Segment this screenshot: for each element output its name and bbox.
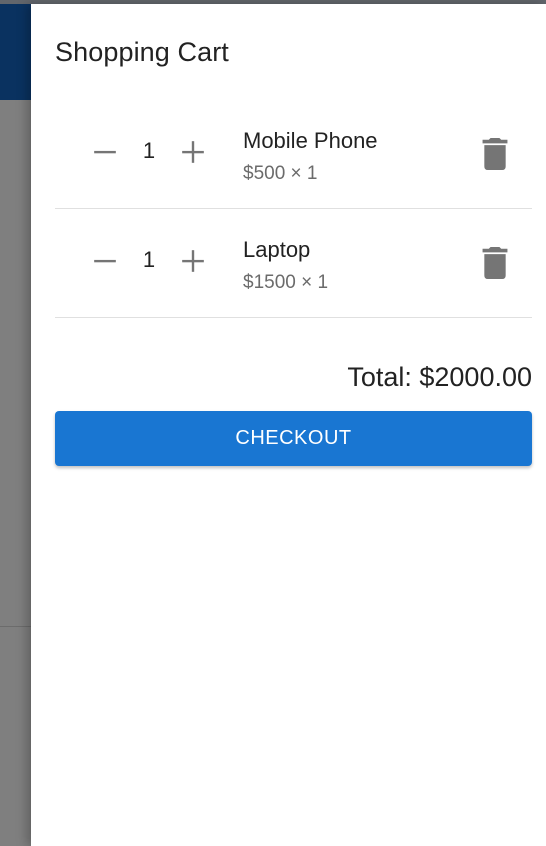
- cart-item-mobile-phone: 1 Mobile Phone $500 × 1: [55, 100, 532, 209]
- item-price: $500 × 1: [243, 163, 318, 184]
- minus-icon: [94, 150, 116, 154]
- plus-icon: [182, 250, 204, 272]
- increase-quantity-button[interactable]: [175, 243, 211, 279]
- decrease-quantity-button[interactable]: [87, 134, 123, 170]
- item-name: Mobile Phone: [243, 128, 378, 153]
- delete-item-button[interactable]: [477, 134, 513, 174]
- checkout-button[interactable]: CHECKOUT: [55, 411, 532, 466]
- increase-quantity-button[interactable]: [175, 134, 211, 170]
- plus-icon: [182, 141, 204, 163]
- cart-total: Total: $2000.00: [347, 362, 532, 392]
- cart-title: Shopping Cart: [55, 37, 229, 67]
- item-name: Laptop: [243, 237, 311, 262]
- trash-icon: [482, 138, 508, 170]
- quantity-value: 1: [142, 247, 156, 272]
- cart-item-laptop: 1 Laptop $1500 × 1: [55, 209, 532, 318]
- quantity-value: 1: [142, 138, 156, 163]
- decrease-quantity-button[interactable]: [87, 243, 123, 279]
- cart-drawer: Shopping Cart 1 Mobile Phone $500 × 1 1 …: [31, 4, 546, 846]
- delete-item-button[interactable]: [477, 243, 513, 283]
- trash-icon: [482, 247, 508, 279]
- item-price: $1500 × 1: [243, 272, 329, 293]
- minus-icon: [94, 259, 116, 263]
